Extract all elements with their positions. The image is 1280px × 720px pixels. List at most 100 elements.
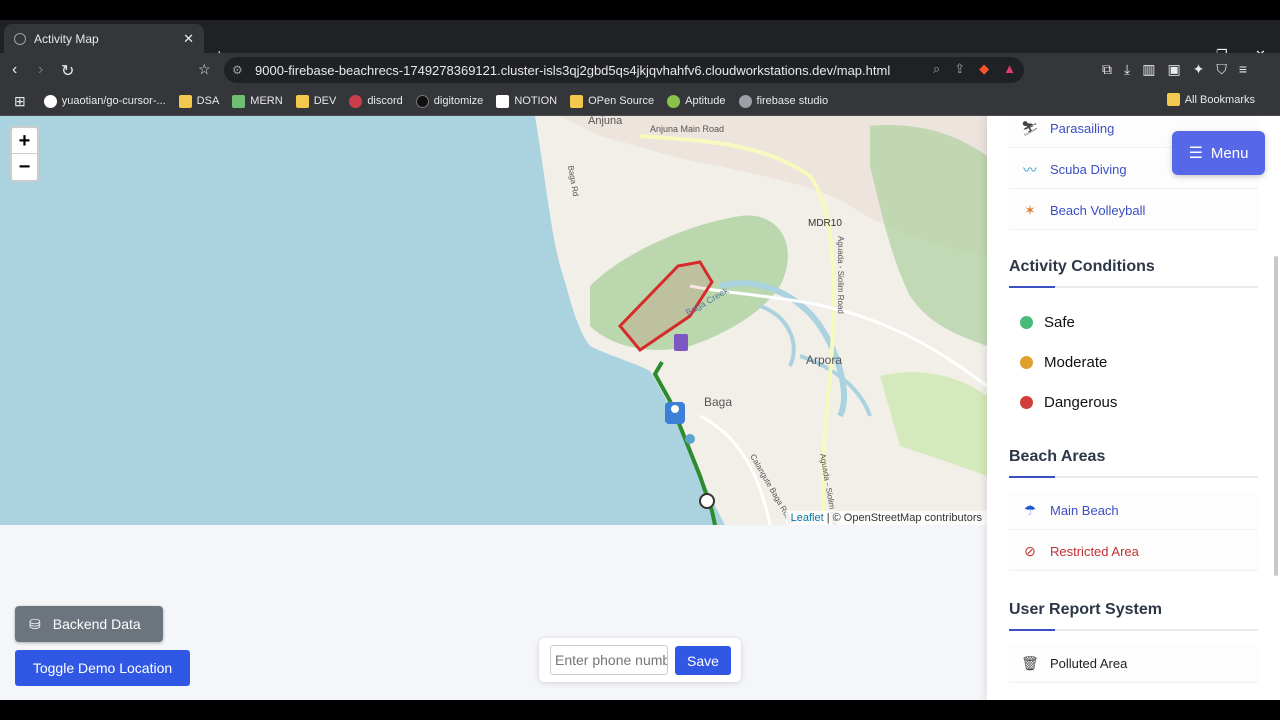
close-tab-icon[interactable]: ✕: [183, 31, 194, 47]
bookmark-notion[interactable]: NOTION: [496, 94, 557, 108]
condition-label: Dangerous: [1044, 393, 1118, 411]
user-report-title: User Report System: [1009, 601, 1162, 618]
apps-icon[interactable]: ⊞: [14, 93, 26, 110]
aptitude-icon: [667, 94, 681, 108]
zoom-out-button[interactable]: −: [12, 154, 37, 180]
tab-title: Activity Map: [34, 31, 99, 46]
beach-area-main-beach[interactable]: ☂ Main Beach: [1009, 492, 1258, 530]
bookmark-mern[interactable]: MERN: [232, 94, 283, 108]
leo-ai-icon[interactable]: ✦: [1193, 61, 1205, 78]
ban-icon: ⊘: [1024, 543, 1036, 559]
scuba-marker-icon[interactable]: [685, 434, 695, 444]
leaflet-link[interactable]: Leaflet: [791, 512, 824, 524]
github-icon: [43, 94, 57, 108]
trash-marker-icon[interactable]: [674, 334, 688, 351]
download-icon[interactable]: ⤓: [1124, 61, 1130, 78]
beach-area-label: Restricted Area: [1050, 544, 1139, 559]
section-divider: [1009, 629, 1258, 631]
condition-label: Safe: [1044, 313, 1075, 331]
brave-shield-icon[interactable]: ◆: [979, 61, 989, 77]
beach-volleyball-icon: ✶: [1024, 202, 1036, 218]
brave-rewards-icon[interactable]: ▲: [1003, 61, 1016, 77]
beach-area-label: Main Beach: [1050, 503, 1119, 518]
sidebar-icon[interactable]: ▥: [1142, 61, 1155, 78]
extensions-icon[interactable]: ⧉: [1102, 61, 1112, 78]
bookmark-star-icon[interactable]: ☆: [198, 61, 211, 78]
back-icon[interactable]: ‹: [12, 61, 17, 79]
tab-strip: Activity Map ✕ + ⌄ ─ ❐ ✕: [0, 20, 1280, 66]
all-bookmarks[interactable]: All Bookmarks: [1166, 93, 1255, 106]
volleyball-marker-icon[interactable]: [699, 493, 715, 509]
folder-icon: [295, 94, 309, 108]
site-info-icon[interactable]: ⚙: [232, 63, 243, 77]
bookmark-github[interactable]: yuaotian/go-cursor-...: [43, 94, 166, 108]
safe-dot-icon: [1020, 315, 1033, 329]
umbrella-icon: ☂: [1023, 502, 1037, 518]
folder-icon: [570, 94, 584, 108]
map-attribution: Leaflet | © OpenStreetMap contributors: [785, 511, 987, 525]
toggle-demo-location-button[interactable]: Toggle Demo Location: [15, 650, 190, 686]
bookmark-firebase-studio[interactable]: firebase studio: [738, 94, 828, 108]
condition-safe: Safe: [1009, 302, 1258, 342]
user-head-icon: [671, 405, 679, 413]
backend-data-button[interactable]: ⛁ Backend Data: [15, 606, 163, 642]
scuba-diving-icon: 〰: [1023, 161, 1037, 178]
leaflet-map[interactable]: Anjuna Anjuna Main Road MDR10 Baga Creek…: [0, 116, 987, 525]
beach-area-restricted[interactable]: ⊘ Restricted Area: [1009, 533, 1258, 571]
trash-icon: 🗑: [1021, 655, 1039, 671]
map-label-baga: Baga: [704, 395, 732, 409]
database-icon: ⛁: [29, 615, 41, 632]
globe-icon: [738, 94, 752, 108]
zoom-control: + −: [10, 126, 39, 182]
digitomize-icon: [415, 94, 429, 108]
backend-data-label: Backend Data: [52, 616, 141, 632]
zoom-icon[interactable]: ⌕: [933, 61, 940, 77]
moderate-dot-icon: [1020, 355, 1033, 369]
menu-label: Menu: [1210, 144, 1249, 162]
sidebar-scrollbar[interactable]: [1274, 256, 1278, 576]
bookmark-digitomize[interactable]: digitomize: [415, 94, 483, 108]
parasailing-icon: ⛷: [1021, 120, 1039, 136]
save-button[interactable]: Save: [675, 646, 731, 675]
sidebar-panel: ⛷ Parasailing 〰 Scuba Diving ✶ Beach Vol…: [987, 116, 1280, 700]
browser-menu-icon[interactable]: ≡: [1239, 61, 1247, 78]
osm-attribution: | © OpenStreetMap contributors: [823, 512, 982, 524]
address-bar[interactable]: ⚙ 9000-firebase-beachrecs-1749278369121.…: [224, 57, 1024, 83]
beach-areas-title: Beach Areas: [1009, 448, 1106, 465]
reload-icon[interactable]: ↻: [61, 61, 74, 81]
folder-icon: [178, 94, 192, 108]
report-label: Polluted Area: [1050, 656, 1128, 671]
bookmark-dev[interactable]: DEV: [295, 94, 336, 108]
menu-button[interactable]: ☰ Menu: [1172, 131, 1265, 175]
wallet-icon[interactable]: ▣: [1167, 61, 1180, 78]
browser-toolbar: ‹ › ↻ ☆ ⚙ 9000-firebase-beachrecs-174927…: [0, 53, 1280, 87]
phone-input[interactable]: [550, 645, 668, 675]
bookmark-open-source[interactable]: OPen Source: [570, 94, 654, 108]
activity-conditions-title: Activity Conditions: [1009, 258, 1155, 275]
condition-label: Moderate: [1044, 353, 1108, 371]
map-label-aguada-road: Aguada - Siolim Road: [836, 236, 845, 314]
section-divider: [1009, 476, 1258, 478]
screen-top-bar: [0, 0, 1280, 20]
activity-label: Scuba Diving: [1050, 162, 1127, 177]
bookmarks-bar: ⊞ yuaotian/go-cursor-... DSA MERN DEV di…: [0, 87, 1280, 116]
forward-icon[interactable]: ›: [38, 61, 43, 79]
activity-item-beach-volleyball[interactable]: ✶ Beach Volleyball: [1009, 192, 1258, 230]
map-tiles: Anjuna Anjuna Main Road MDR10 Baga Creek…: [535, 116, 987, 525]
page-viewport: Anjuna Anjuna Main Road MDR10 Baga Creek…: [0, 116, 1280, 700]
folder-icon: [1166, 93, 1180, 106]
bookmark-aptitude[interactable]: Aptitude: [667, 94, 726, 108]
bookmark-dsa[interactable]: DSA: [178, 94, 219, 108]
browser-tab[interactable]: Activity Map ✕: [4, 24, 204, 53]
section-divider: [1009, 286, 1258, 288]
report-polluted-area[interactable]: 🗑 Polluted Area: [1009, 645, 1258, 683]
share-icon[interactable]: ⇪: [954, 61, 965, 77]
zoom-in-button[interactable]: +: [12, 128, 37, 154]
globe-icon: [14, 32, 26, 45]
bookmark-discord[interactable]: discord: [349, 94, 403, 108]
activity-label: Parasailing: [1050, 121, 1115, 136]
vpn-icon[interactable]: ⛉: [1216, 61, 1227, 78]
notion-icon: [496, 94, 510, 108]
map-label-anjuna: Anjuna: [588, 116, 623, 127]
map-label-arpora: Arpora: [806, 353, 842, 367]
